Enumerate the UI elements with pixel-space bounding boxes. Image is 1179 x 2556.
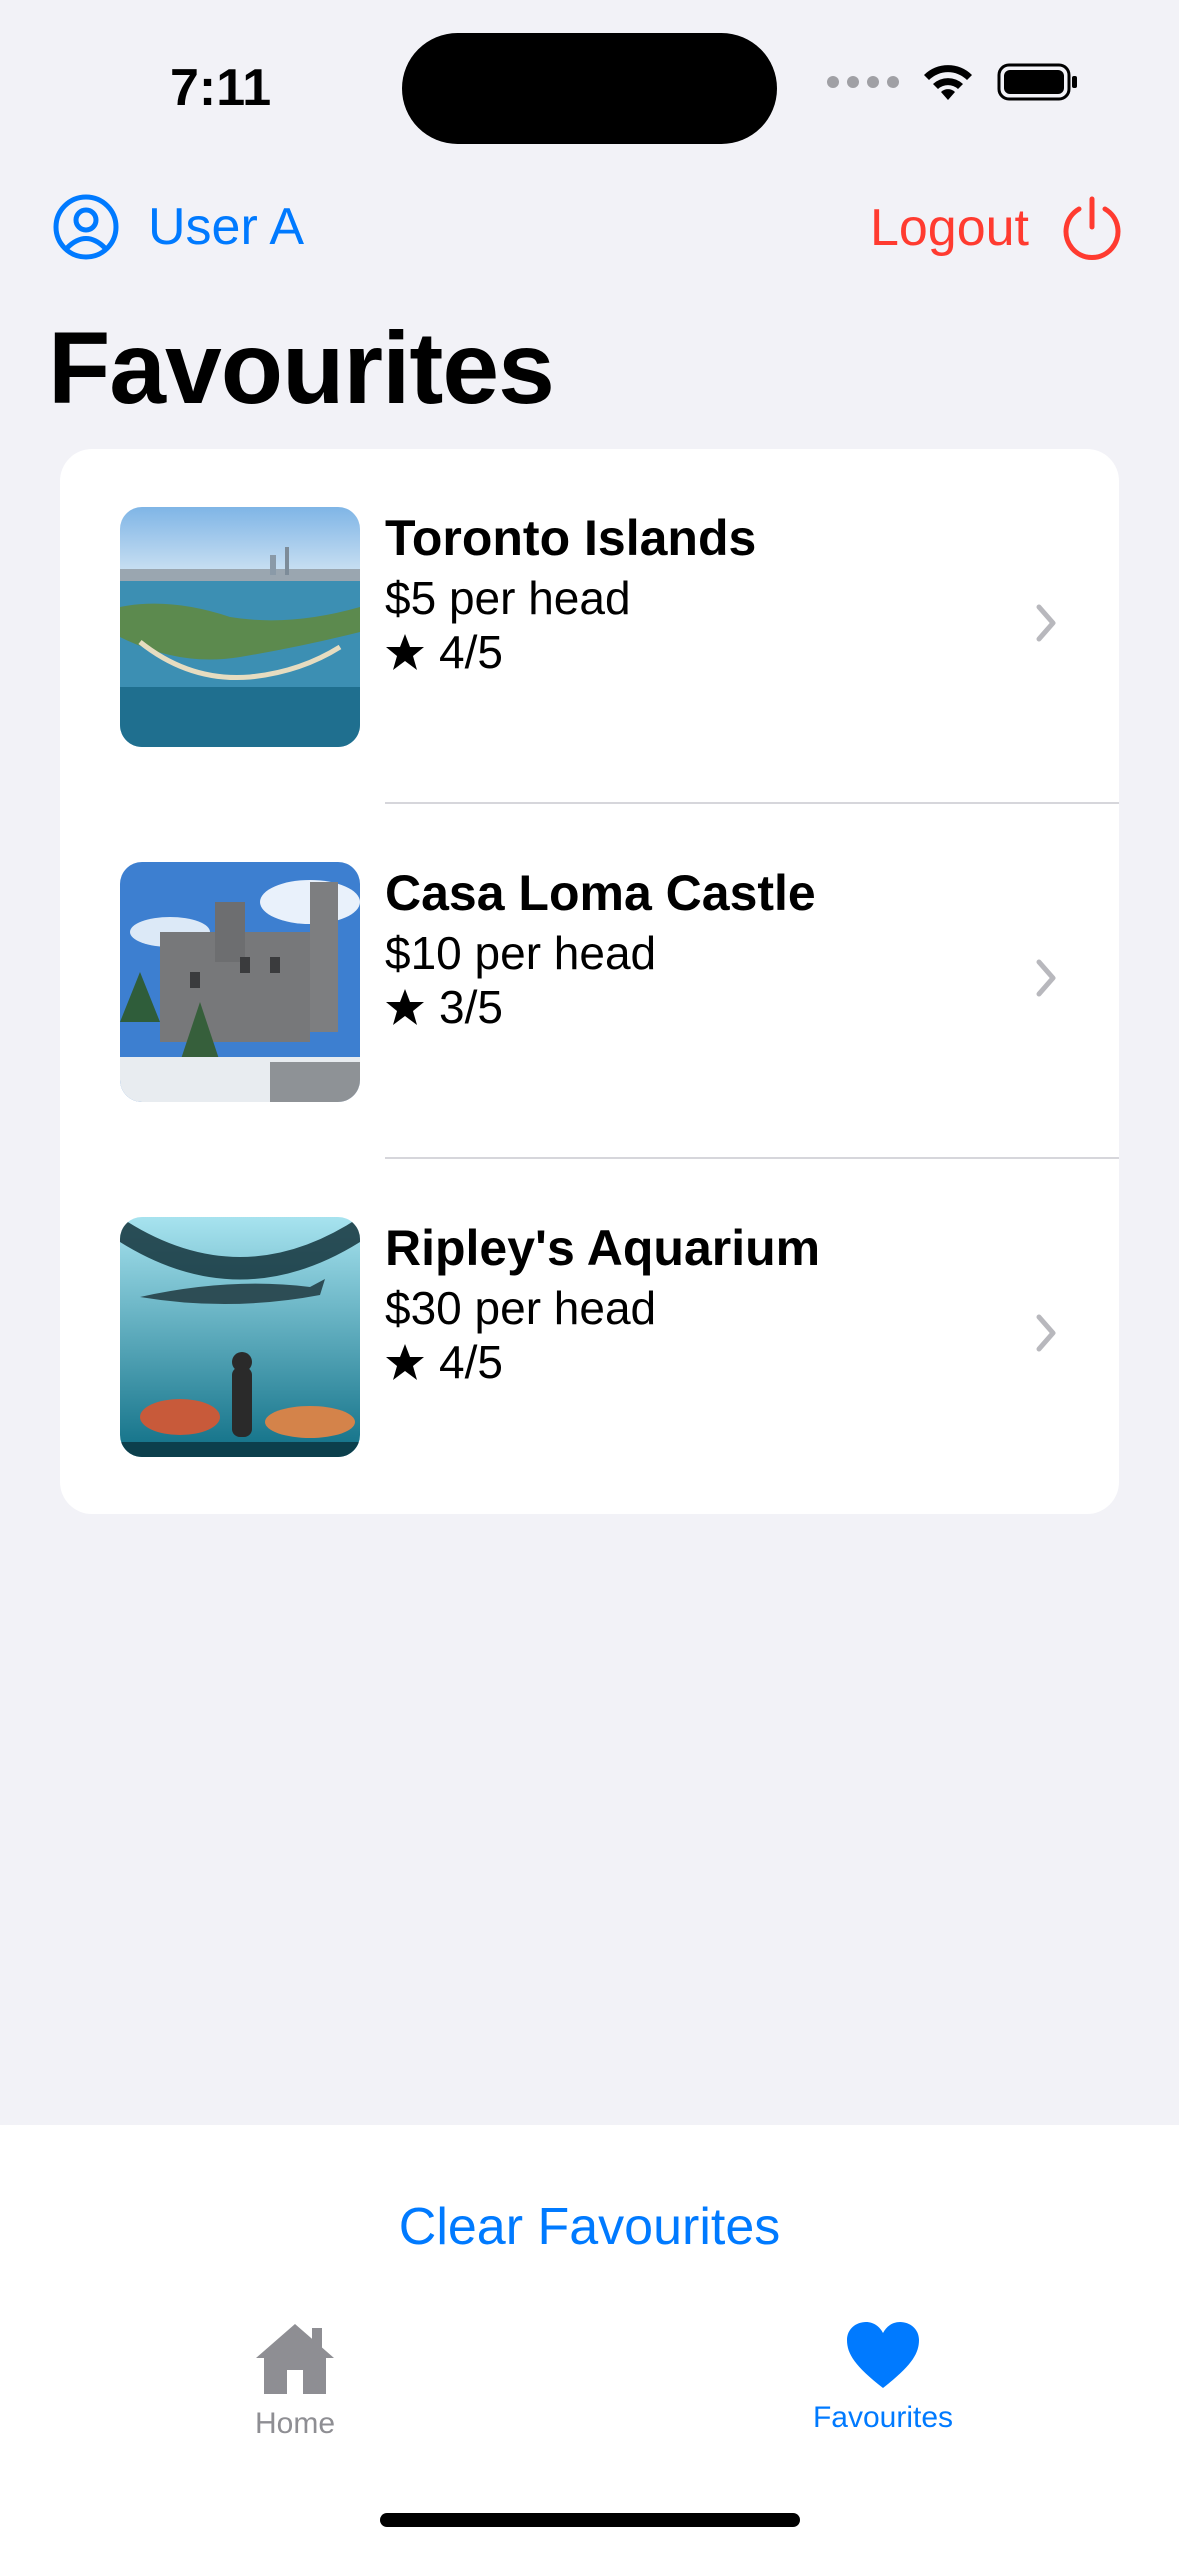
tab-home[interactable]: Home: [165, 2320, 425, 2441]
clear-favourites-button[interactable]: Clear Favourites: [0, 2197, 1179, 2257]
item-title: Ripley's Aquarium: [385, 1220, 821, 1276]
rating-value: 4/5: [439, 626, 503, 678]
battery-icon: [997, 63, 1077, 101]
item-rating: 4/5: [385, 1335, 503, 1389]
list-item[interactable]: Casa Loma Castle $10 per head 3/5: [60, 804, 1119, 1159]
chevron-right-icon: [1036, 959, 1056, 997]
rating-value: 4/5: [439, 1336, 503, 1388]
person-circle-icon: [53, 194, 119, 260]
page-title: Favourites: [48, 311, 555, 425]
aquarium-tunnel-photo: [120, 1217, 360, 1457]
house-icon: [256, 2324, 334, 2394]
rating-value: 3/5: [439, 981, 503, 1033]
tab-favourites[interactable]: Favourites: [753, 2320, 1013, 2435]
cellular-signal-icon: [827, 76, 899, 88]
star-icon: [386, 1344, 424, 1380]
power-icon: [1063, 196, 1121, 260]
item-rating: 3/5: [385, 980, 503, 1034]
star-icon: [386, 989, 424, 1025]
item-price: $30 per head: [385, 1282, 657, 1334]
item-title: Toronto Islands: [385, 510, 757, 566]
list-item[interactable]: Toronto Islands $5 per head 4/5: [60, 449, 1119, 804]
wifi-icon: [924, 65, 972, 100]
item-title: Casa Loma Castle: [385, 865, 816, 921]
status-icons: [827, 62, 1079, 102]
item-price: $10 per head: [385, 927, 657, 979]
star-icon: [386, 634, 424, 670]
aerial-islands-photo: [120, 507, 360, 747]
home-indicator: [380, 2513, 800, 2527]
item-price: $5 per head: [385, 572, 631, 624]
favourites-list: Toronto Islands $5 per head 4/5 Casa Lom…: [60, 449, 1119, 1514]
user-account-button[interactable]: User A: [52, 193, 304, 261]
logout-button[interactable]: Logout: [870, 193, 1127, 263]
tab-home-label: Home: [254, 2407, 336, 2440]
status-time: 7:11: [170, 59, 272, 117]
list-item[interactable]: Ripley's Aquarium $30 per head 4/5: [60, 1159, 1119, 1514]
chevron-right-icon: [1036, 1314, 1056, 1352]
tab-favourites-label: Favourites: [812, 2401, 954, 2434]
heart-icon: [847, 2322, 919, 2388]
item-rating: 4/5: [385, 625, 503, 679]
user-label: User A: [148, 198, 305, 256]
logout-label: Logout: [869, 199, 1029, 257]
chevron-right-icon: [1036, 604, 1056, 642]
castle-photo: [120, 862, 360, 1102]
dynamic-island: [402, 33, 777, 144]
